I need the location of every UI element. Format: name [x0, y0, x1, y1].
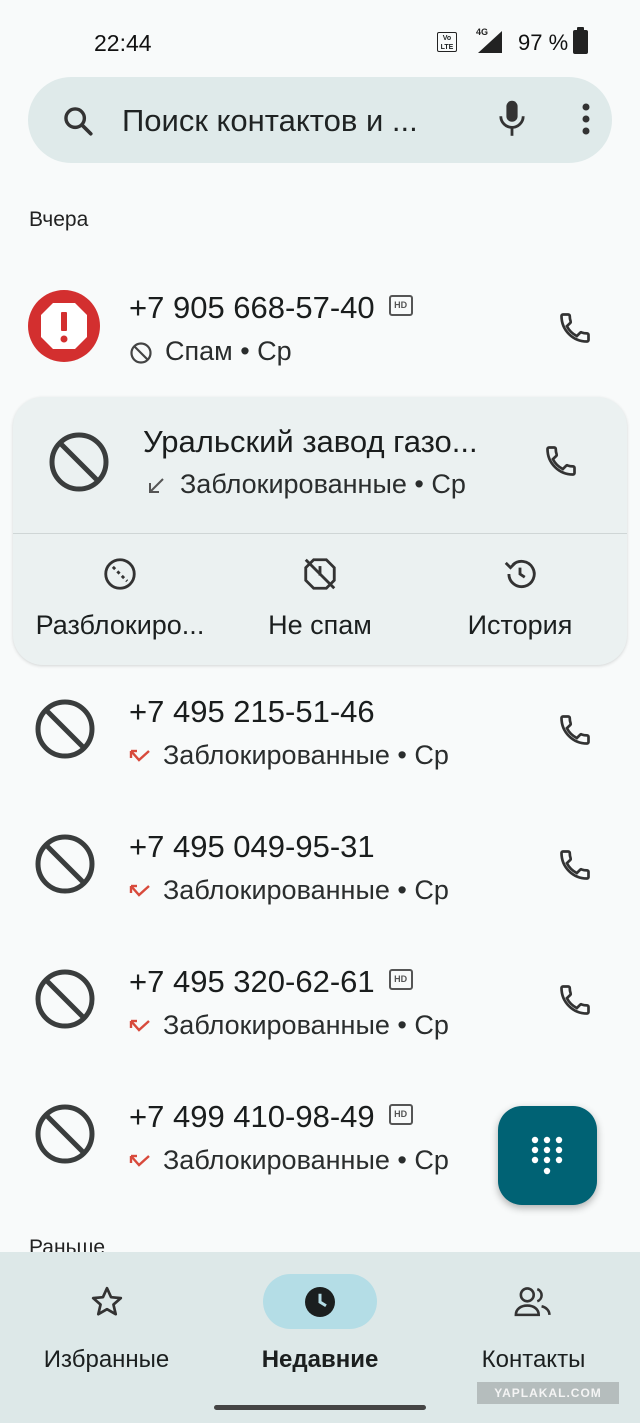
- missed-call-icon: [129, 749, 150, 762]
- history-button[interactable]: История: [427, 555, 613, 641]
- missed-call-icon: [129, 884, 150, 897]
- phone-number: +7 495 320-62-61: [129, 964, 375, 999]
- not-spam-icon: [304, 558, 336, 590]
- dialpad-button[interactable]: [498, 1106, 597, 1205]
- gesture-handle[interactable]: [214, 1405, 426, 1410]
- microphone-icon[interactable]: [498, 99, 526, 139]
- tab-favorites-label: Избранные: [43, 1346, 170, 1373]
- not-spam-label: Не спам: [268, 610, 372, 640]
- blocked-small-icon: [130, 342, 152, 364]
- call-phone-icon[interactable]: [557, 712, 593, 748]
- history-icon: [504, 559, 536, 589]
- divider: [13, 533, 627, 534]
- battery-percent: 97 %: [518, 30, 569, 55]
- call-phone-icon[interactable]: [543, 443, 579, 479]
- call-log-item[interactable]: +7 905 668-57-40 HD Спам • Ср: [0, 262, 640, 392]
- not-spam-button[interactable]: Не спам: [227, 555, 413, 641]
- tab-favorites[interactable]: Избранные: [0, 1252, 213, 1392]
- call-phone-icon[interactable]: [557, 310, 593, 346]
- call-status: Спам • Ср: [165, 336, 292, 366]
- history-label: История: [467, 610, 573, 640]
- unblock-icon: [104, 558, 136, 590]
- hd-icon: HD: [388, 295, 413, 317]
- incoming-call-icon: [149, 478, 164, 493]
- contacts-icon: [514, 1287, 551, 1317]
- call-status: Заблокированные • Ср: [163, 740, 449, 770]
- missed-call-icon: [129, 1154, 150, 1167]
- phone-number: +7 495 049-95-31: [129, 829, 375, 864]
- phone-number: +7 905 668-57-40: [129, 290, 375, 325]
- tab-recents[interactable]: Недавние: [213, 1252, 427, 1392]
- phone-number: +7 499 410-98-49: [129, 1099, 375, 1134]
- call-phone-icon[interactable]: [557, 982, 593, 1018]
- call-log-item[interactable]: +7 495 049-95-31 Заблокированные • Ср: [0, 803, 640, 933]
- blocked-icon: [49, 432, 109, 492]
- tab-contacts-label: Контакты: [481, 1346, 586, 1373]
- status-bar: 22:44 Vo LTE 4G 97 %: [0, 0, 640, 84]
- search-input[interactable]: Поиск контактов и ...: [122, 103, 418, 139]
- contact-name: Уральский завод газо...: [143, 424, 478, 459]
- blocked-icon: [35, 834, 95, 894]
- blocked-icon: [35, 969, 95, 1029]
- more-options-icon[interactable]: [581, 102, 591, 136]
- watermark: YAPLAKAL.COM: [477, 1382, 619, 1404]
- tab-contacts[interactable]: Контакты: [427, 1252, 640, 1392]
- battery-icon: [573, 27, 588, 54]
- expanded-call-card[interactable]: Уральский завод газо... Заблокированные …: [13, 397, 627, 665]
- call-status: Заблокированные • Ср: [163, 875, 449, 905]
- call-status: Заблокированные • Ср: [163, 1145, 449, 1175]
- call-phone-icon[interactable]: [557, 847, 593, 883]
- clock-icon: [305, 1287, 335, 1317]
- hd-icon: HD: [388, 969, 413, 991]
- search-bar[interactable]: Поиск контактов и ...: [28, 77, 612, 163]
- network-type: 4G: [476, 27, 489, 37]
- call-log-item[interactable]: +7 495 215-51-46 Заблокированные • Ср: [0, 668, 640, 798]
- phone-number: +7 495 215-51-46: [129, 694, 375, 729]
- call-status: Заблокированные • Ср: [163, 1010, 449, 1040]
- call-status: Заблокированные • Ср: [180, 469, 466, 499]
- unblock-button[interactable]: Разблокиро...: [27, 555, 213, 641]
- section-header-yesterday: Вчера: [29, 208, 89, 231]
- call-log-item[interactable]: +7 495 320-62-61 HD Заблокированные • Ср: [0, 938, 640, 1068]
- spam-warning-icon: [28, 290, 100, 362]
- clock: 22:44: [94, 30, 152, 56]
- dialpad-icon: [531, 1136, 563, 1175]
- blocked-icon: [35, 699, 95, 759]
- volte-icon: Vo LTE: [437, 32, 457, 52]
- hd-icon: HD: [388, 1104, 413, 1126]
- unblock-label: Разблокиро...: [35, 610, 205, 640]
- search-icon[interactable]: [61, 104, 95, 138]
- star-icon: [91, 1286, 123, 1316]
- blocked-icon: [35, 1104, 95, 1164]
- missed-call-icon: [129, 1019, 150, 1032]
- tab-recents-label: Недавние: [261, 1346, 379, 1373]
